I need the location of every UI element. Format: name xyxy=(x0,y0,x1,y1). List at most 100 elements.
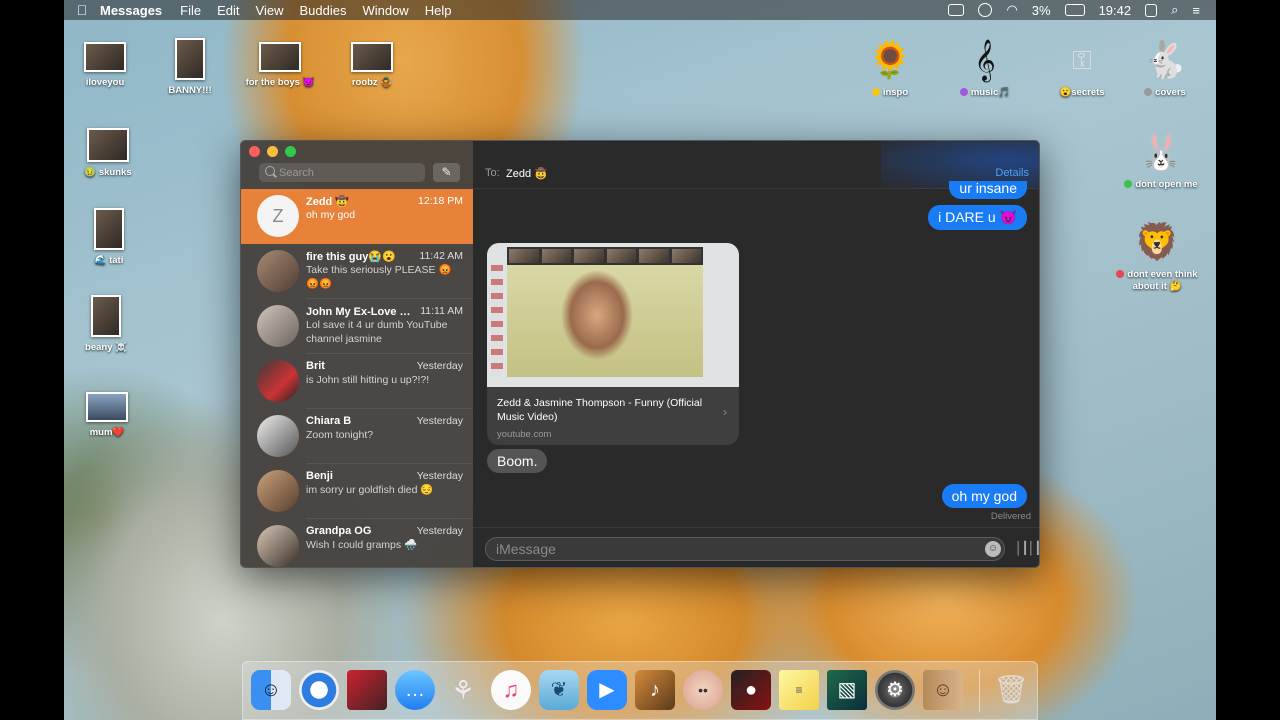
bunny-icon: 🐇 xyxy=(1142,39,1188,80)
clock[interactable]: 19:42 xyxy=(1099,3,1132,18)
conversation-item-fire-this-guy[interactable]: fire this guy😭😮 11:42 AM Take this serio… xyxy=(241,244,473,299)
avatar: Z xyxy=(257,195,299,237)
control-center-icon[interactable]: ≡ xyxy=(1192,3,1200,18)
desktop-icon-iloveyou[interactable]: iloveyou xyxy=(64,42,150,90)
dock: ☺ … ⚘ ♫ ❦ ▶ ♪ •• ● ≡ ▧ ⚙ ☺ 🗑 xyxy=(242,661,1038,720)
conversation-time: 11:42 AM xyxy=(419,250,463,262)
menu-buddies[interactable]: Buddies xyxy=(299,3,346,18)
link-domain: youtube.com xyxy=(497,429,552,440)
menu-bar:  Messages File Edit View Buddies Window… xyxy=(64,0,1216,20)
desktop-icon-for-the-boys[interactable]: for the boys 😈 xyxy=(235,42,325,90)
desktop-icon-mum[interactable]: mum❤️ xyxy=(64,392,152,440)
desktop-icon-music[interactable]: 𝄞 music🎵 xyxy=(940,38,1030,100)
avatar xyxy=(257,415,299,457)
menu-edit[interactable]: Edit xyxy=(217,3,239,18)
zoom-icon[interactable]: ▶ xyxy=(587,670,627,710)
conversation-name: fire this guy😭😮 xyxy=(306,251,396,263)
recipient-name[interactable]: Zedd 🤠 xyxy=(506,167,548,180)
conversation-name: Brit xyxy=(306,360,325,372)
music-app-icon[interactable]: ♫ xyxy=(491,670,531,710)
desktop-icon-secrets[interactable]: ⚿ 😮secrets xyxy=(1037,38,1127,100)
details-button[interactable]: Details xyxy=(995,167,1029,179)
conversation-name: Chiara B xyxy=(306,415,352,427)
menu-view[interactable]: View xyxy=(256,3,284,18)
search-input[interactable] xyxy=(259,163,425,182)
desktop-icon-skunks[interactable]: 🤢 skunks xyxy=(64,128,153,180)
desktop-icon-beany[interactable]: beany ☠️ xyxy=(64,295,151,355)
contacts-icon[interactable]: ☺ xyxy=(923,670,963,710)
conversation-item-zedd[interactable]: Z Zedd 🤠 12:18 PM oh my god xyxy=(241,189,473,244)
conversation-item-grandpa[interactable]: Grandpa OG Yesterday Wish I could gramps… xyxy=(241,519,473,567)
desktop-icon-dont-even[interactable]: 🦁 dont even think about it 🤔 xyxy=(1112,220,1202,294)
emoji-icon[interactable]: ☺ xyxy=(985,541,1001,557)
battery-percent[interactable]: 3% xyxy=(1032,3,1051,18)
new-message-button[interactable]: ✎ xyxy=(433,163,460,182)
window-controls xyxy=(249,146,296,157)
messages-app-icon[interactable]: … xyxy=(395,670,435,710)
menu-file[interactable]: File xyxy=(180,3,201,18)
sunflower-icon: 🌻 xyxy=(867,39,913,80)
link-preview-card[interactable]: Zedd & Jasmine Thompson - Funny (Officia… xyxy=(487,243,739,445)
message-bubble-sent[interactable]: i DARE u 😈 xyxy=(928,205,1027,230)
desktop-icon-roobz[interactable]: roobz 🤹 xyxy=(327,42,417,90)
menu-app-name[interactable]: Messages xyxy=(100,3,162,18)
desktop-icon-label: roobz 🤹 xyxy=(351,77,393,88)
message-bubble-received[interactable]: Boom. xyxy=(487,449,548,473)
audio-recorder-icon[interactable]: ● xyxy=(731,670,771,710)
desktop-icon-label: 🤢 skunks xyxy=(84,167,132,178)
video-frame xyxy=(507,265,703,377)
desktop-icon-inspo[interactable]: 🌻 inspo xyxy=(845,38,935,100)
desktop:  Messages File Edit View Buddies Window… xyxy=(64,0,1216,720)
thumbnail-strip xyxy=(507,247,703,265)
menu-window[interactable]: Window xyxy=(362,3,408,18)
zoom-status-icon[interactable] xyxy=(948,4,965,16)
stickies-icon[interactable]: ≡ xyxy=(779,670,819,710)
garageband-icon[interactable]: ♪ xyxy=(635,670,675,710)
conversation-time: Yesterday xyxy=(416,360,463,372)
rabbit-icon: 🐰 xyxy=(1138,131,1184,172)
menu-help[interactable]: Help xyxy=(425,3,452,18)
system-preferences-icon[interactable]: ⚙ xyxy=(875,670,915,710)
creative-cloud-icon[interactable] xyxy=(978,3,993,17)
desktop-icon-label: BANNY!!! xyxy=(168,85,212,96)
wifi-icon[interactable]: ◠ xyxy=(1006,2,1017,18)
conversation-item-brit[interactable]: Brit Yesterday is John still hitting u u… xyxy=(241,354,473,409)
message-bubble-sent[interactable]: oh my god xyxy=(941,484,1027,508)
rabbit-app-icon[interactable]: ⚘ xyxy=(443,670,483,710)
message-bubble-sent[interactable]: ur insane xyxy=(949,181,1027,199)
finder-icon[interactable]: ☺ xyxy=(251,670,291,710)
folder-thumbnail xyxy=(84,42,126,72)
conversation-item-john[interactable]: John My Ex-Love 🤢... 11:11 AM Lol save i… xyxy=(241,299,473,354)
desktop-icon-label: covers xyxy=(1144,87,1186,99)
desktop-icon-label: dont open me xyxy=(1124,179,1198,191)
close-window-button[interactable] xyxy=(249,146,260,157)
desktop-icon-tati[interactable]: 🌊 tati xyxy=(64,208,154,268)
trash-icon[interactable]: 🗑 xyxy=(991,670,1031,710)
conversation-item-chiara[interactable]: Chiara B Yesterday Zoom tonight? xyxy=(241,409,473,464)
delivered-status: Delivered xyxy=(990,511,1031,522)
conversation-preview: is John still hitting u up?!?! xyxy=(306,374,430,386)
desktop-icon-label: 😮secrets xyxy=(1059,87,1105,98)
desktop-icon-covers[interactable]: 🐇 covers xyxy=(1120,38,1210,100)
apple-menu-icon[interactable]:  xyxy=(64,2,100,18)
message-input[interactable] xyxy=(485,537,1005,561)
photo-booth-icon[interactable] xyxy=(347,670,387,710)
face-app-icon[interactable]: •• xyxy=(683,670,723,710)
desktop-icon-dont-open-me[interactable]: 🐰 dont open me xyxy=(1116,130,1206,192)
audio-message-icon[interactable]: │┃│┃ xyxy=(1015,541,1039,555)
safari-icon[interactable] xyxy=(299,670,339,710)
conversation-time: Yesterday xyxy=(416,415,463,427)
avatar xyxy=(257,470,299,512)
desktop-icon-banny[interactable]: BANNY!!! xyxy=(145,38,235,98)
avatar xyxy=(257,305,299,347)
spotlight-search-icon[interactable]: ⌕ xyxy=(1171,2,1178,18)
zoom-window-button[interactable] xyxy=(285,146,296,157)
conversation-item-benji[interactable]: Benji Yesterday im sorry ur goldfish die… xyxy=(241,464,473,519)
folder-thumbnail xyxy=(86,392,128,422)
minimize-window-button[interactable] xyxy=(267,146,278,157)
calendar-icon[interactable] xyxy=(1145,3,1158,17)
battery-icon[interactable] xyxy=(1064,4,1085,16)
conversation-preview: Zoom tonight? xyxy=(306,429,374,441)
image-viewer-icon[interactable]: ▧ xyxy=(827,670,867,710)
walrus-app-icon[interactable]: ❦ xyxy=(539,670,579,710)
